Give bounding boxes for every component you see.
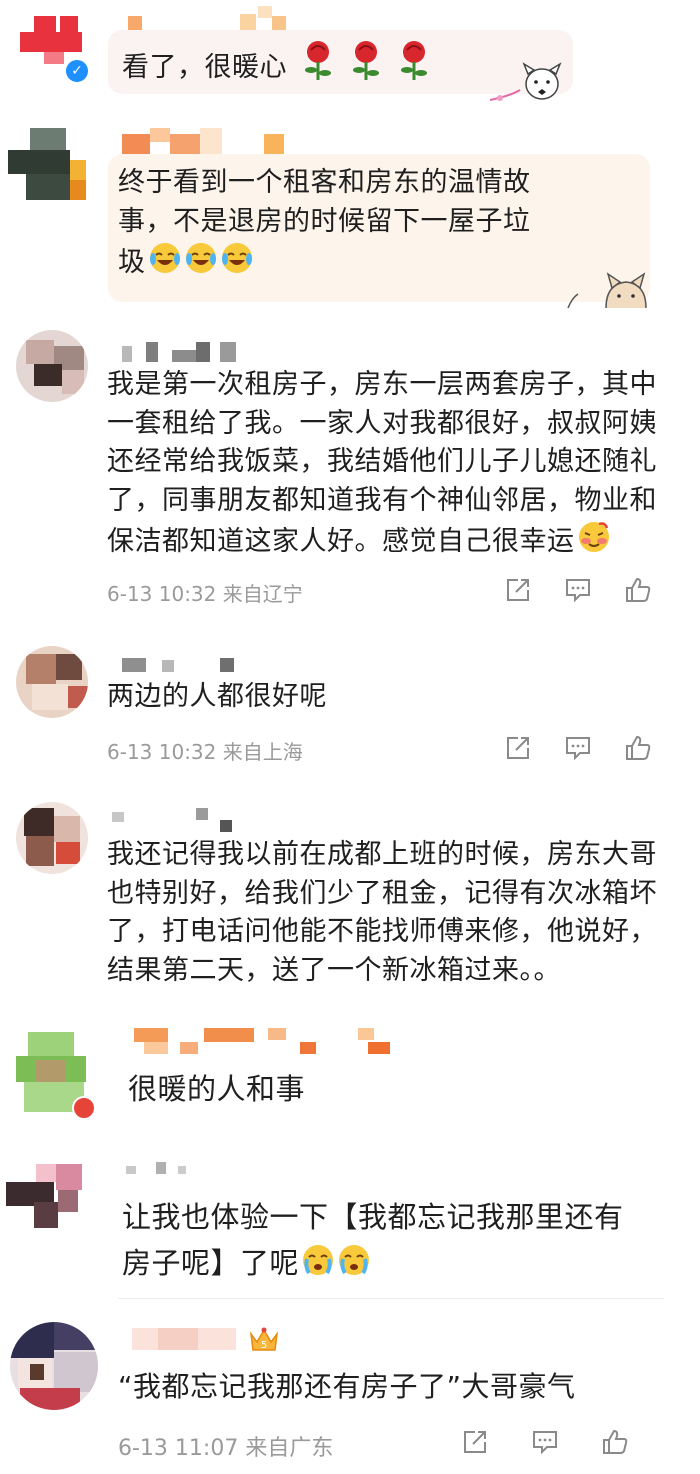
username-mosaic[interactable]: [126, 1160, 206, 1184]
share-icon: [464, 1431, 486, 1453]
rose-emoji-icon: [397, 40, 431, 82]
comment-3: 我是第一次租房子，房东一层两套房子，其中 一套租给了我。一家人对我都很好，叔叔阿…: [0, 320, 700, 620]
rose-emoji-icon: [301, 40, 335, 82]
comment-text: 终于看到一个租客和房东的温情故 事，不是退房的时候留下一屋子垃 圾: [118, 167, 531, 278]
notification-badge-icon: [72, 1096, 96, 1120]
blush-emoji-icon: [577, 520, 611, 554]
avatar[interactable]: [6, 1154, 88, 1234]
avatar[interactable]: [8, 122, 86, 202]
rose-emoji-icon: [349, 40, 383, 82]
laugh-cry-emoji-icon: [148, 241, 182, 275]
laugh-cry-emoji-icon: [220, 241, 254, 275]
avatar[interactable]: [16, 802, 88, 874]
comment-icon: [566, 579, 590, 603]
reply-button[interactable]: [510, 1426, 580, 1458]
cry-emoji-icon: [337, 1243, 371, 1277]
avatar[interactable]: [16, 330, 88, 402]
avatar[interactable]: [10, 1322, 98, 1410]
laugh-cry-emoji-icon: [184, 241, 218, 275]
like-button[interactable]: [608, 732, 668, 764]
username-mosaic[interactable]: [122, 342, 262, 366]
cat-sticker-icon: [566, 268, 660, 309]
comment-5: 我还记得我以前在成都上班的时候，房东大哥 也特别好，给我们少了租金，记得有次冰箱…: [0, 792, 700, 1002]
comment-text: “我都忘记我那还有房子了”大哥豪气: [118, 1370, 576, 1403]
like-icon: [603, 1429, 628, 1454]
reply-button[interactable]: [548, 732, 608, 764]
comment-meta: 6-13 10:32 来自辽宁: [107, 582, 303, 606]
username-mosaic[interactable]: [112, 806, 252, 832]
share-button[interactable]: [488, 732, 548, 764]
share-button[interactable]: [488, 574, 548, 606]
share-icon: [507, 737, 529, 759]
username-mosaic[interactable]: [132, 1324, 242, 1352]
comment-7: 让我也体验一下【我都忘记我那里还有 房子呢】了呢: [0, 1148, 700, 1288]
comment-meta: 6-13 10:32 来自上海: [107, 740, 303, 764]
comment-1: ✓ 看了，很暖心: [0, 0, 700, 105]
comment-text: 我是第一次租房子，房东一层两套房子，其中 一套租给了我。一家人对我都很好，叔叔阿…: [107, 369, 657, 557]
username-mosaic[interactable]: [128, 6, 288, 30]
comment-text: 让我也体验一下【我都忘记我那里还有 房子呢】了呢: [122, 1200, 624, 1280]
username-mosaic[interactable]: [122, 128, 292, 154]
share-button[interactable]: [440, 1426, 510, 1458]
avatar[interactable]: [16, 646, 88, 718]
comment-6: 很暖的人和事: [0, 1016, 700, 1131]
puppy-sticker-icon: [488, 58, 568, 108]
comment-text: 很暖的人和事: [128, 1072, 306, 1106]
comment-actions: [488, 574, 668, 606]
vip-crown-icon: 5: [248, 1324, 280, 1354]
comment-actions: [488, 732, 668, 764]
divider: [118, 1298, 664, 1299]
comment-8: 5 “我都忘记我那还有房子了”大哥豪气 6-13 11:07 来自广东: [0, 1310, 700, 1474]
like-icon: [626, 577, 651, 602]
comment-icon: [533, 1431, 557, 1455]
verified-badge-icon: ✓: [64, 58, 90, 84]
comment-text: 我还记得我以前在成都上班的时候，房东大哥 也特别好，给我们少了租金，记得有次冰箱…: [107, 839, 657, 986]
comment-4: 两边的人都很好呢 6-13 10:32 来自上海: [0, 636, 700, 776]
username-mosaic[interactable]: [122, 654, 242, 678]
comment-icon: [566, 737, 590, 761]
username-mosaic[interactable]: [134, 1028, 394, 1054]
reply-button[interactable]: [548, 574, 608, 606]
cry-emoji-icon: [301, 1243, 335, 1277]
comment-text: 两边的人都很好呢: [107, 681, 327, 712]
like-icon: [626, 735, 651, 760]
share-icon: [507, 579, 529, 601]
comment-actions: [440, 1426, 650, 1458]
comment-2: 终于看到一个租客和房东的温情故 事，不是退房的时候留下一屋子垃 圾: [0, 108, 700, 309]
comment-meta: 6-13 11:07 来自广东: [118, 1436, 334, 1461]
like-button[interactable]: [608, 574, 668, 606]
like-button[interactable]: [580, 1426, 650, 1458]
svg-text:5: 5: [261, 1340, 267, 1351]
